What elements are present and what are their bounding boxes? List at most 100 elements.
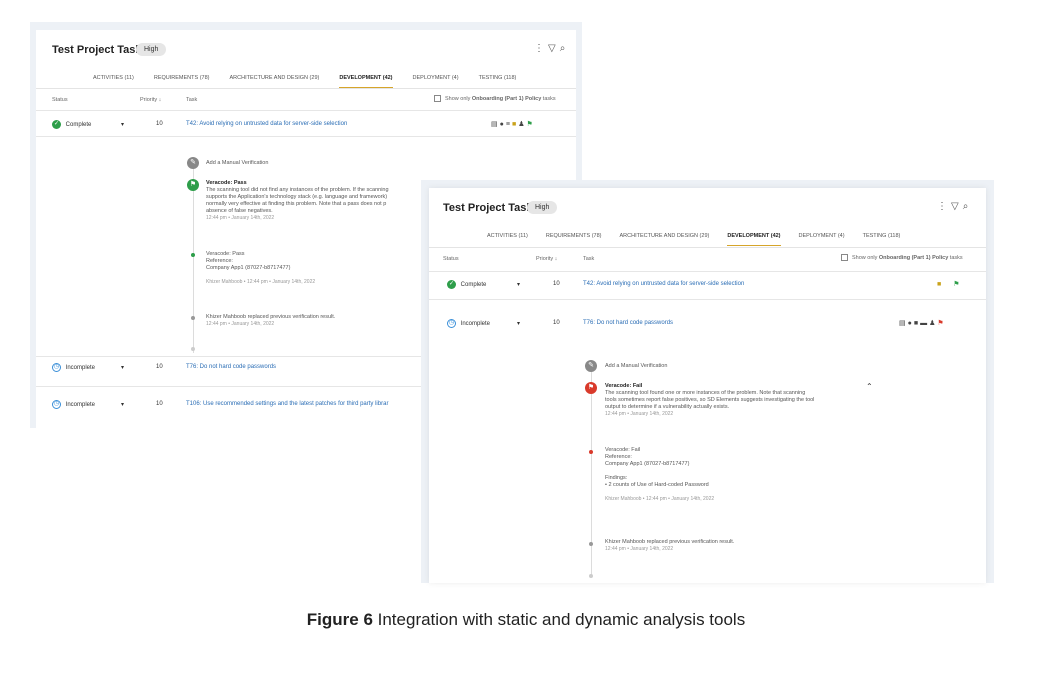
- policy-checkbox[interactable]: [841, 254, 848, 261]
- tab-deployment[interactable]: DEPLOYMENT (4): [413, 72, 459, 88]
- incomplete-clock-icon: ◷: [52, 400, 61, 409]
- flag-icon[interactable]: ⚑: [937, 320, 945, 327]
- task-row[interactable]: ◷ Incomplete: [52, 363, 95, 372]
- tab-testing[interactable]: TESTING (118): [863, 230, 901, 246]
- header-actions: ⋮▽⌕: [534, 43, 569, 54]
- entry-meta: Khizer Mahboob • 12:44 pm • January 14th…: [605, 496, 715, 502]
- task-link[interactable]: T106: Use recommended settings and the l…: [186, 401, 388, 407]
- replaced-text: Khizer Mahboob replaced previous verific…: [605, 539, 735, 545]
- edit-icon[interactable]: ✎: [585, 360, 597, 372]
- priority-value: 10: [553, 281, 560, 287]
- page-title: Test Project Tasks: [443, 202, 539, 214]
- status-dropdown-icon[interactable]: ▾: [517, 281, 520, 288]
- entry-dot: [589, 450, 593, 454]
- tab-requirements[interactable]: REQUIREMENTS (78): [546, 230, 602, 246]
- verif-line: tools sometimes report false positives, …: [605, 397, 815, 403]
- chevron-up-icon[interactable]: ⌃: [866, 382, 873, 391]
- flag-icon[interactable]: ⚑: [953, 281, 961, 288]
- policy-checkbox[interactable]: [434, 95, 441, 102]
- verif-line: output to determine if a vulnerability a…: [605, 404, 730, 410]
- tab-architecture[interactable]: ARCHITECTURE AND DESIGN (29): [229, 72, 319, 88]
- tab-bar: ACTIVITIES (11) REQUIREMENTS (78) ARCHIT…: [93, 72, 516, 88]
- task-link[interactable]: T76: Do not hard code passwords: [186, 364, 276, 370]
- verif-line: absence of false negatives.: [206, 208, 273, 214]
- verif-title: Veracode: Pass: [206, 180, 247, 186]
- findings-item: 2 counts of Use of Hard-coded Password: [608, 482, 709, 488]
- col-task: Task: [583, 256, 595, 262]
- flag-icon[interactable]: ⚑: [526, 121, 534, 128]
- note-icon[interactable]: ■: [937, 281, 943, 288]
- col-status: Status: [52, 97, 68, 103]
- replaced-time: 12:44 pm • January 14th, 2022: [605, 546, 674, 552]
- status-label: Incomplete: [460, 321, 491, 328]
- tab-development[interactable]: DEVELOPMENT (42): [339, 72, 393, 88]
- replaced-text: Khizer Mahboob replaced previous verific…: [206, 314, 336, 320]
- add-manual-verification[interactable]: Add a Manual Verification: [605, 363, 667, 370]
- entry-app: Company App1 (87027-b8717477): [605, 461, 690, 467]
- tab-architecture[interactable]: ARCHITECTURE AND DESIGN (29): [619, 230, 709, 246]
- filter-text-a: Show only: [852, 254, 879, 261]
- task-row[interactable]: ✓ Complete: [447, 280, 486, 289]
- tab-deployment[interactable]: DEPLOYMENT (4): [799, 230, 845, 246]
- history-entry: Veracode: Fail Reference: Company App1 (…: [605, 447, 715, 502]
- tab-activities[interactable]: ACTIVITIES (11): [93, 72, 134, 88]
- policy-filter[interactable]: Show only Onboarding (Part 1) Policy tas…: [841, 254, 963, 261]
- tab-development[interactable]: DEVELOPMENT (42): [727, 230, 781, 246]
- status-label: Incomplete: [65, 365, 96, 372]
- tab-activities[interactable]: ACTIVITIES (11): [487, 230, 528, 246]
- replaced-time: 12:44 pm • January 14th, 2022: [206, 321, 275, 327]
- status-dropdown-icon[interactable]: ▾: [121, 364, 124, 371]
- add-manual-verification[interactable]: Add a Manual Verification: [206, 160, 268, 167]
- col-task: Task: [186, 97, 198, 103]
- entry-dot: [589, 542, 593, 546]
- task-link[interactable]: T42: Avoid relying on untrusted data for…: [583, 281, 744, 287]
- task-row[interactable]: ◷ Incomplete: [52, 400, 95, 409]
- filter-icon[interactable]: ▽: [548, 43, 560, 54]
- verif-time: 12:44 pm • January 14th, 2022: [605, 411, 674, 417]
- status-label: Incomplete: [65, 402, 96, 409]
- findings-label: Findings:: [605, 475, 628, 481]
- status-dropdown-icon[interactable]: ▾: [121, 121, 124, 128]
- filter-icon[interactable]: ▽: [951, 201, 963, 212]
- document-icon[interactable]: ▤: [899, 320, 908, 327]
- document-icon[interactable]: ▤: [491, 121, 500, 128]
- tab-requirements[interactable]: REQUIREMENTS (78): [154, 72, 210, 88]
- col-priority[interactable]: Priority ↓: [536, 256, 557, 262]
- filter-text-b: Onboarding (Part 1) Policy: [878, 254, 949, 261]
- status-dropdown-icon[interactable]: ▾: [121, 401, 124, 408]
- incomplete-clock-icon: ◷: [52, 363, 61, 372]
- comment-icon[interactable]: ▬: [920, 320, 929, 327]
- verif-line: normally very effective at finding this …: [206, 201, 387, 207]
- search-icon[interactable]: ⌕: [560, 43, 570, 54]
- verif-line: supports the Application's technology st…: [206, 194, 388, 200]
- row-actions: ■ ⚑: [937, 280, 962, 288]
- priority-value: 10: [156, 401, 163, 407]
- col-status: Status: [443, 256, 459, 262]
- priority-badge: High: [527, 201, 558, 214]
- edit-icon[interactable]: ✎: [187, 157, 199, 169]
- entry-title: Veracode: Pass: [206, 251, 245, 257]
- row-divider: [429, 299, 986, 300]
- row-actions: ▤●■▬♟⚑: [899, 319, 946, 327]
- col-priority[interactable]: Priority ↓: [140, 97, 161, 103]
- col-priority-label: Priority: [140, 97, 158, 103]
- row-divider: [36, 136, 576, 137]
- figure-caption: Figure 6 Integration with static and dyn…: [0, 610, 1052, 630]
- more-icon[interactable]: ⋮: [534, 43, 548, 54]
- task-row[interactable]: ◷ Incomplete: [447, 319, 490, 328]
- policy-filter[interactable]: Show only Onboarding (Part 1) Policy tas…: [434, 95, 556, 102]
- task-link[interactable]: T76: Do not hard code passwords: [583, 320, 673, 326]
- more-icon[interactable]: ⋮: [937, 201, 951, 212]
- priority-value: 10: [156, 121, 163, 127]
- row-actions: ▤●≡■♟⚑: [491, 120, 535, 128]
- priority-value: 10: [553, 320, 560, 326]
- task-link[interactable]: T42: Avoid relying on untrusted data for…: [186, 121, 347, 127]
- tab-testing[interactable]: TESTING (118): [479, 72, 517, 88]
- status-dropdown-icon[interactable]: ▾: [517, 320, 520, 327]
- entry-ref: Reference:: [206, 258, 233, 264]
- priority-badge: High: [136, 43, 167, 56]
- sort-down-icon: ↓: [158, 97, 162, 103]
- task-row[interactable]: ✓ Complete: [52, 120, 91, 129]
- search-icon[interactable]: ⌕: [963, 201, 973, 212]
- page-title: Test Project Tasks: [52, 44, 148, 56]
